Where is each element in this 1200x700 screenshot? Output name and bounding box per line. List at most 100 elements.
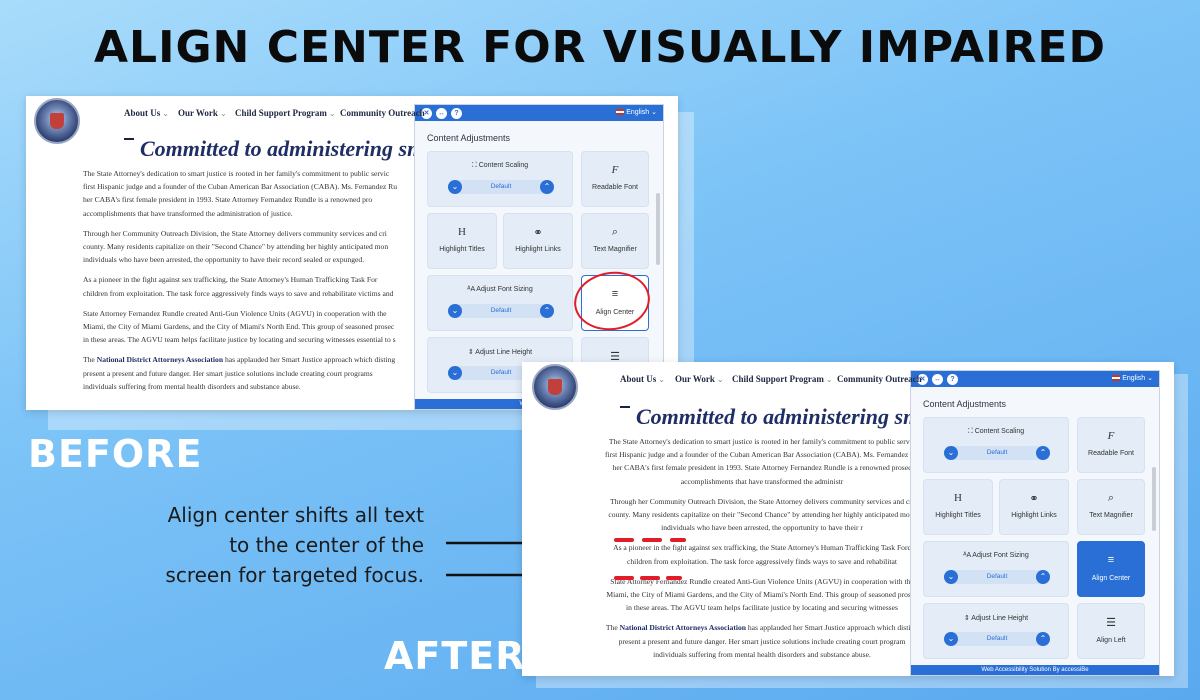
highlight-dash <box>670 538 686 542</box>
link-icon: ⚭ <box>1029 493 1039 505</box>
paragraph-line: in these areas. The AGVU team helps faci… <box>83 335 396 345</box>
highlight-dash <box>640 576 660 580</box>
nav-underline <box>620 406 630 408</box>
paragraph-line: individuals suffering from mental health… <box>83 381 301 391</box>
highlight-dash <box>642 538 662 542</box>
nav-item[interactable]: About Us ⌄ <box>124 108 169 118</box>
increase-button[interactable]: ⌃ <box>540 304 554 318</box>
tile-align-center[interactable]: ≡ Align Center <box>1077 541 1145 597</box>
paragraph-line: children from exploitation. The task for… <box>83 288 394 298</box>
language-selector[interactable]: English ⌄ <box>616 108 657 118</box>
nav-item[interactable]: Community Outreach <box>340 108 425 118</box>
paragraph-line: The State Attorney's dedication to smart… <box>83 169 390 178</box>
chevron-down-icon: ⌄ <box>825 375 833 384</box>
font-size-icon: ᴬA <box>963 552 973 559</box>
tile-readable-font[interactable]: F Readable Font <box>581 151 649 207</box>
tile-content-scaling[interactable]: ⛶ Content Scaling ⌄ Default ⌃ <box>923 417 1069 473</box>
paragraph-line: first Hispanic judge and a founder of th… <box>83 182 398 192</box>
heading-icon: H <box>458 226 466 238</box>
magnifier-icon: ⌕ <box>1107 492 1115 504</box>
nav-item[interactable]: About Us ⌄ <box>620 374 665 384</box>
tile-adjust-font-sizing[interactable]: ᴬA Adjust Font Sizing ⌄ Default ⌃ <box>427 275 573 331</box>
headline: ALIGN CENTER FOR VISUALLY IMPAIRED <box>93 22 1106 73</box>
content-scaling-stepper: ⌄ Default ⌃ <box>944 446 1050 460</box>
paragraph-line: The State Attorney's dedication to smart… <box>608 437 916 446</box>
tile-content-scaling[interactable]: ⛶ Content Scaling ⌄ Default ⌃ <box>427 151 573 207</box>
paragraph-line: As a pioneer in the fight against sex tr… <box>83 275 378 285</box>
highlight-dash <box>614 538 634 542</box>
nav-item[interactable]: Child Support Program ⌄ <box>235 108 336 118</box>
accessibility-widget: ✕ ↔ ? English ⌄ Content Adjustments ⛶ Co… <box>910 370 1160 676</box>
font-icon: F <box>611 164 619 176</box>
tile-align-left[interactable]: ☰ Align Left <box>1077 603 1145 659</box>
paragraph-line: As a pioneer in the fight against sex tr… <box>613 543 911 553</box>
paragraph-line: accomplishments that have transformed th… <box>680 476 844 486</box>
increase-button[interactable]: ⌃ <box>1036 570 1050 584</box>
tile-text-magnifier[interactable]: ⌕ Text Magnifier <box>1077 479 1145 535</box>
after-label: AFTER <box>384 634 526 678</box>
chevron-down-icon: ⌄ <box>162 109 169 118</box>
before-label: BEFORE <box>28 432 203 476</box>
widget-scrollbar[interactable] <box>656 193 660 265</box>
tile-readable-font[interactable]: F Readable Font <box>1077 417 1145 473</box>
content-scaling-stepper: ⌄ Default ⌃ <box>448 180 554 194</box>
caption: Align center shifts all text to the cent… <box>165 503 424 587</box>
paragraph-line: State Attorney Fernandez Rundle created … <box>83 308 387 318</box>
nav-item[interactable]: Our Work ⌄ <box>178 108 227 118</box>
paragraph-line: Miami, the City of Miami Gardens, and th… <box>606 590 918 599</box>
tile-highlight-links[interactable]: ⚭ Highlight Links <box>503 213 573 269</box>
help-icon[interactable]: ? <box>947 374 958 385</box>
move-icon[interactable]: ↔ <box>436 108 447 119</box>
nav-item[interactable]: Community Outreach <box>837 374 922 384</box>
paragraph-line: her CABA's first female president in 199… <box>612 463 912 473</box>
heading-icon: H <box>954 492 962 504</box>
paragraph-line: individuals who have been arrested, the … <box>83 255 365 265</box>
paragraph-line: The National District Attorneys Associat… <box>605 623 919 633</box>
increase-button[interactable]: ⌃ <box>1036 446 1050 460</box>
link-icon: ⚭ <box>533 227 543 239</box>
after-screenshot: Committed to administering sm The State … <box>522 362 1174 676</box>
font-size-icon: ᴬA <box>467 286 477 293</box>
scaling-icon: ⛶ <box>967 428 975 435</box>
tile-highlight-titles[interactable]: H Highlight Titles <box>923 479 993 535</box>
scaling-icon: ⛶ <box>471 162 479 169</box>
site-logo <box>34 98 80 144</box>
paragraph-line: in these areas. The AGVU team helps faci… <box>626 603 898 613</box>
highlight-dash <box>666 576 682 580</box>
paragraph-line: individuals who have been arrested, the … <box>661 523 863 533</box>
increase-button[interactable]: ⌃ <box>1036 632 1050 646</box>
tile-text-magnifier[interactable]: ⌕ Text Magnifier <box>581 213 649 269</box>
nav-item[interactable]: Child Support Program ⌄ <box>732 374 833 384</box>
tile-highlight-titles[interactable]: H Highlight Titles <box>427 213 497 269</box>
paragraph-line: present a present and future danger. Her… <box>83 368 373 378</box>
language-selector[interactable]: English ⌄ <box>1112 374 1153 384</box>
chevron-down-icon: ⌄ <box>328 109 336 118</box>
align-center-icon: ≡ <box>1107 554 1115 566</box>
nav-item[interactable]: Our Work ⌄ <box>675 374 724 384</box>
chevron-down-icon: ⌄ <box>658 375 665 384</box>
paragraph-line: Through her Community Outreach Division,… <box>610 496 914 506</box>
tile-adjust-font-sizing[interactable]: ᴬA Adjust Font Sizing ⌄ Default ⌃ <box>923 541 1069 597</box>
align-left-icon: ☰ <box>1106 617 1116 629</box>
site-logo <box>532 364 578 410</box>
paragraph-line: county. Many residents capitalize on the… <box>83 242 389 251</box>
move-icon[interactable]: ↔ <box>932 374 943 385</box>
font-sizing-stepper: ⌄ Default ⌃ <box>944 570 1050 584</box>
widget-scrollbar[interactable] <box>1152 467 1156 531</box>
paragraph-line: present a present and future danger. Her… <box>618 636 906 646</box>
paragraph-line: The National District Attorneys Associat… <box>83 355 396 365</box>
paragraph-line: her CABA's first female president in 199… <box>83 195 373 205</box>
paragraph-line: individuals suffering from mental health… <box>653 649 871 659</box>
magnifier-icon: ⌕ <box>611 226 619 238</box>
help-icon[interactable]: ? <box>451 108 462 119</box>
widget-header: ✕ ↔ ? English ⌄ <box>911 371 1159 387</box>
tile-adjust-line-height[interactable]: ⇕ Adjust Line Height ⌄ Default ⌃ <box>923 603 1069 659</box>
increase-button[interactable]: ⌃ <box>540 180 554 194</box>
widget-title: Content Adjustments <box>427 133 511 143</box>
tile-highlight-links[interactable]: ⚭ Highlight Links <box>999 479 1069 535</box>
paragraph-line: Miami, the City of Miami Gardens, and th… <box>83 322 395 331</box>
nav-underline <box>124 138 134 140</box>
widget-footer: Web Accessibility Solution By accessiBe <box>911 665 1159 675</box>
font-sizing-stepper: ⌄ Default ⌃ <box>448 304 554 318</box>
line-height-stepper: ⌄ Default ⌃ <box>944 632 1050 646</box>
